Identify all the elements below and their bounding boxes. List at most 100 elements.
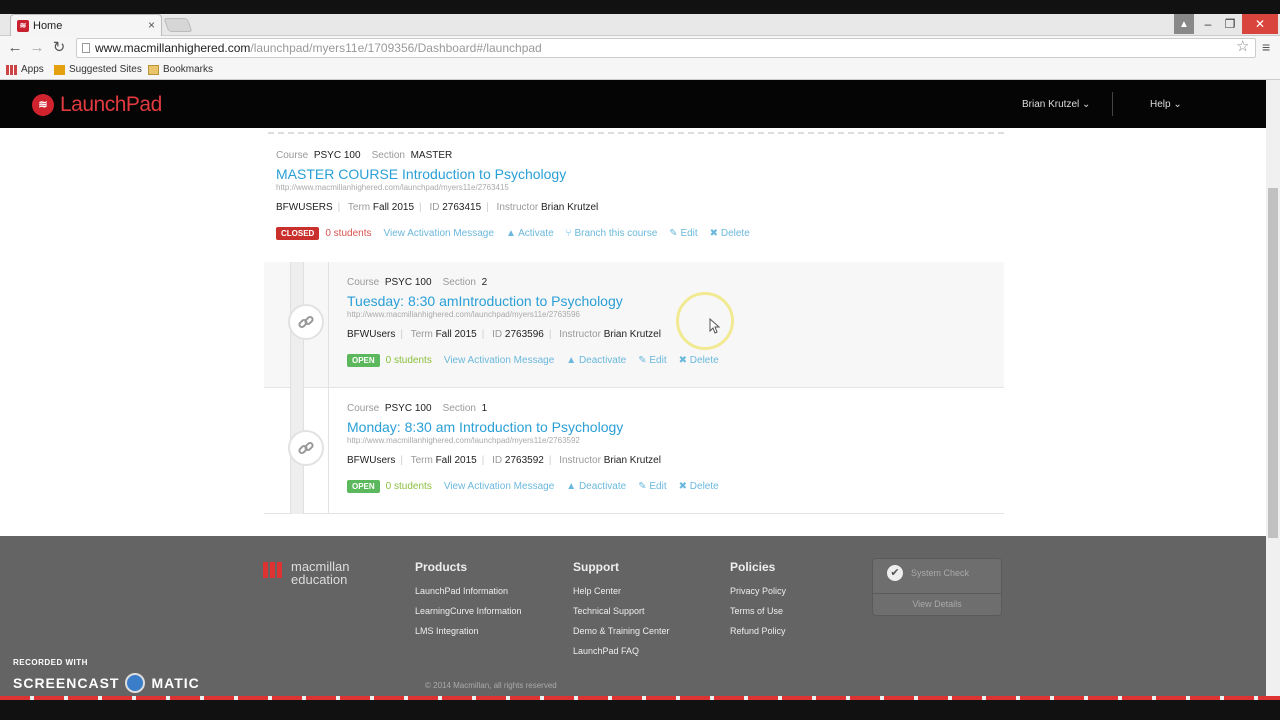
view-activation-message-link[interactable]: View Activation Message [384, 228, 494, 239]
footer-link[interactable]: LaunchPad Information [415, 586, 522, 596]
watermark-line-1: RECORDED WITH [13, 658, 88, 667]
branch-label: Branch this course [574, 228, 658, 239]
footer-heading: Policies [730, 560, 776, 574]
edit-label: Edit [680, 228, 698, 239]
term-value: Fall 2015 [372, 202, 415, 213]
page-icon [82, 43, 90, 53]
activate-button[interactable]: ▲ Activate [506, 228, 554, 239]
system-check-button[interactable]: ✔ System Check [887, 565, 969, 581]
x-icon: ✖ [678, 355, 687, 366]
footer-link[interactable]: LearningCurve Information [415, 606, 522, 616]
status-badge: OPEN [347, 354, 380, 367]
url-path: /launchpad/myers11e/1709356/Dashboard#/l… [250, 41, 542, 55]
screencast-logo-icon [125, 673, 146, 693]
user-menu[interactable]: Brian Krutzel ⌄ [1022, 99, 1090, 110]
footer-link[interactable]: LMS Integration [415, 626, 522, 636]
footer-heading: Support [573, 560, 619, 574]
bookmark-suggested-sites[interactable]: Suggested Sites [54, 64, 142, 75]
course-label: Course [276, 150, 309, 161]
close-icon[interactable]: × [148, 18, 155, 32]
forward-arrow-icon[interactable]: → [28, 39, 46, 57]
course-item-section-2: Course PSYC 100 Section 2 Tuesday: 8:30 … [347, 277, 731, 367]
students-link[interactable]: 0 students [325, 228, 371, 239]
suggested-sites-icon [54, 64, 65, 75]
edit-button[interactable]: ✎ Edit [638, 355, 666, 366]
course-title-link[interactable]: MASTER COURSE Introduction to Psychology [276, 166, 762, 182]
deactivate-label: Deactivate [578, 481, 627, 492]
macmillan-logo-icon [263, 562, 283, 578]
bookmark-bookmarks-folder[interactable]: Bookmarks [148, 64, 213, 75]
course-title-link[interactable]: Monday: 8:30 am Introduction to Psycholo… [347, 419, 731, 435]
tab-strip: ≋ Home × ▲ – ❐ ✕ [0, 14, 1280, 36]
instructor-label: Instructor [559, 455, 601, 466]
course-title-link[interactable]: Tuesday: 8:30 amIntroduction to Psycholo… [347, 293, 731, 309]
footer-link[interactable]: Technical Support [573, 606, 670, 616]
branch-course-button[interactable]: ⑂ Branch this course [566, 228, 658, 239]
help-menu[interactable]: Help ⌄ [1150, 99, 1182, 110]
apps-grid-icon [6, 64, 17, 75]
back-arrow-icon[interactable]: ← [6, 39, 24, 57]
system-check-panel: ✔ System Check View Details [872, 558, 1002, 616]
students-link[interactable]: 0 students [386, 481, 432, 492]
footer-heading: Products [415, 560, 468, 574]
bookmark-apps[interactable]: Apps [6, 64, 44, 75]
footer-policies: Policies Privacy Policy Terms of Use Ref… [730, 560, 786, 646]
course-meta: BFWUsers | Term Fall 2015 | ID 2763596 | In… [347, 329, 661, 340]
user-profile-icon[interactable]: ▲ [1174, 14, 1194, 34]
footer-link[interactable]: Demo & Training Center [573, 626, 670, 636]
window-close-icon[interactable]: ✕ [1242, 14, 1278, 34]
term-label: Term [410, 329, 433, 340]
footer-link[interactable]: LaunchPad FAQ [573, 646, 670, 656]
branch-icon: ⑂ [565, 228, 572, 239]
footer-products: Products LaunchPad Information LearningC… [415, 560, 522, 646]
bookmark-label: Bookmarks [163, 64, 214, 75]
bookmark-star-icon[interactable]: ☆ [1236, 37, 1249, 55]
deactivate-button[interactable]: ▲ Deactivate [566, 355, 626, 366]
course-meta: BFWUsers | Term Fall 2015 | ID 2763592 | In… [347, 455, 661, 466]
view-activation-message-link[interactable]: View Activation Message [444, 481, 554, 492]
watermark-left: SCREENCAST [13, 675, 120, 691]
section-value: MASTER [410, 150, 453, 161]
browser-tab-home[interactable]: ≋ Home × [10, 14, 162, 36]
delete-button[interactable]: ✖ Delete [679, 481, 719, 492]
section-divider [328, 388, 329, 514]
browser-menu-icon[interactable]: ≡ [1262, 39, 1270, 55]
footer-link[interactable]: Privacy Policy [730, 586, 786, 596]
students-link[interactable]: 0 students [386, 355, 432, 366]
view-activation-message-link[interactable]: View Activation Message [444, 355, 554, 366]
instructor-value: Brian Krutzel [541, 202, 599, 213]
url-input[interactable]: www.macmillanhighered.com/launchpad/myer… [76, 38, 1256, 58]
term-label: Term [347, 202, 371, 213]
delete-button[interactable]: ✖ Delete [710, 228, 750, 239]
course-url: http://www.macmillanhighered.com/launchp… [276, 183, 509, 192]
launchpad-logo[interactable]: ≋ LaunchPad [32, 93, 162, 117]
macmillan-education-logo[interactable]: macmillan education [263, 560, 350, 586]
edit-button[interactable]: ✎ Edit [669, 228, 697, 239]
minimize-icon[interactable]: – [1198, 14, 1218, 34]
restore-icon[interactable]: ❐ [1220, 14, 1240, 34]
tab-title: Home [33, 19, 63, 32]
warning-icon: ▲ [505, 228, 516, 239]
reload-icon[interactable]: ↻ [50, 39, 68, 57]
edit-button[interactable]: ✎ Edit [638, 481, 666, 492]
footer-link[interactable]: Terms of Use [730, 606, 786, 616]
footer-link[interactable]: Help Center [573, 586, 670, 596]
term-value: Fall 2015 [435, 329, 477, 340]
deactivate-button[interactable]: ▲ Deactivate [566, 481, 626, 492]
course-label: Course [347, 277, 380, 288]
instructor-value: Brian Krutzel [603, 455, 661, 466]
delete-button[interactable]: ✖ Delete [679, 355, 719, 366]
page-scrollbar[interactable] [1266, 80, 1280, 696]
footer-link[interactable]: Refund Policy [730, 626, 786, 636]
bookmark-label: Suggested Sites [69, 64, 142, 75]
course-actions: CLOSED 0 students View Activation Messag… [276, 227, 762, 240]
panel-divider [873, 593, 1001, 594]
group-value: BFWUsers [347, 455, 396, 466]
delete-label: Delete [689, 481, 719, 492]
activate-label: Activate [518, 228, 554, 239]
delete-label: Delete [720, 228, 750, 239]
view-details-link[interactable]: View Details [873, 599, 1001, 609]
new-tab-button[interactable] [163, 18, 193, 32]
url-host: www.macmillanhighered.com [95, 41, 251, 55]
scrollbar-thumb[interactable] [1268, 188, 1278, 538]
